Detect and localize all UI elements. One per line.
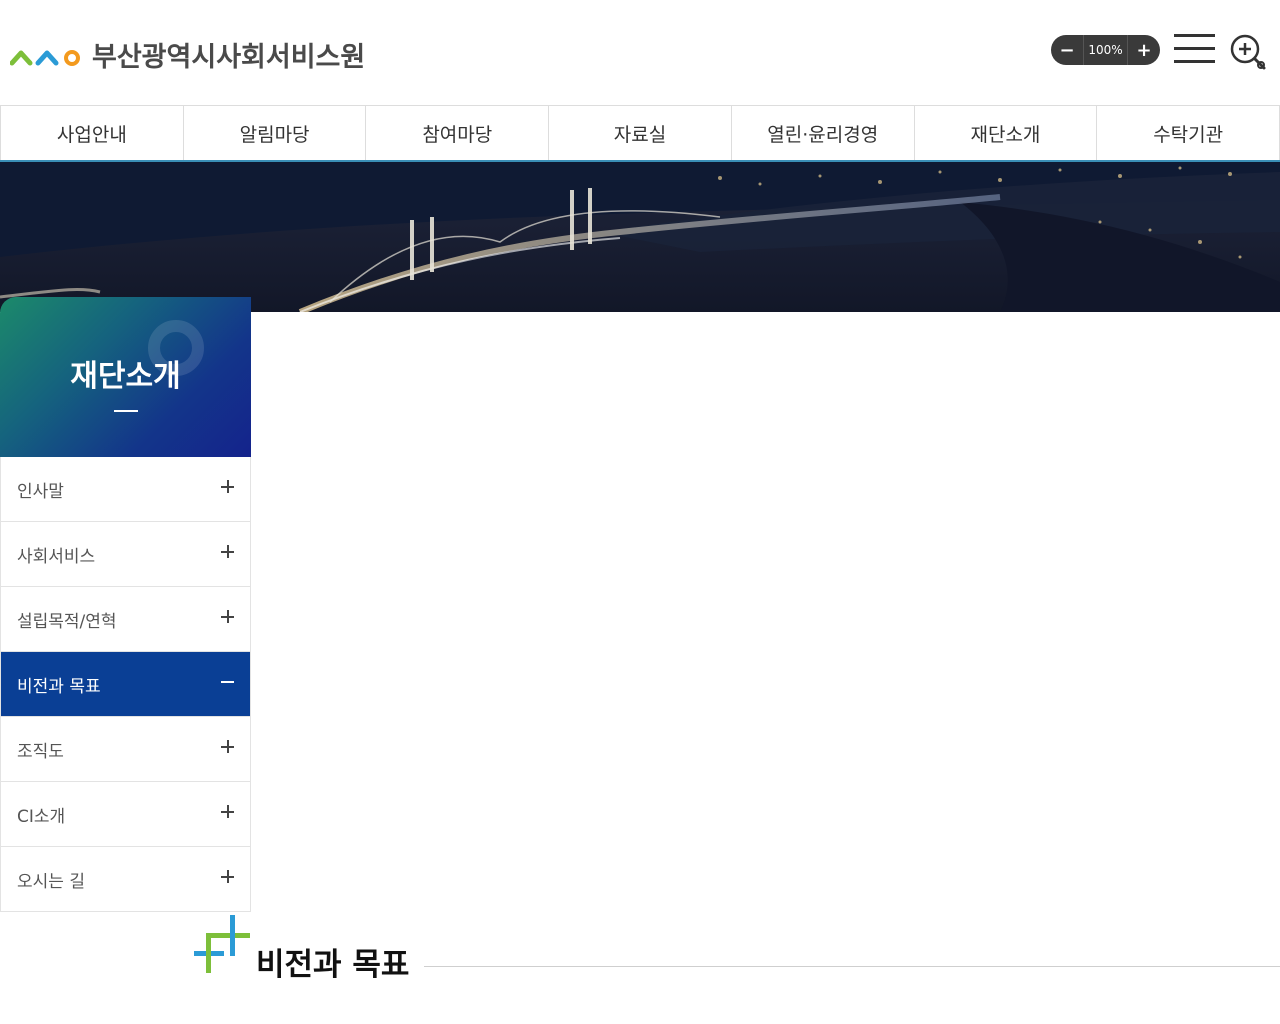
side-item-directions[interactable]: 오시는 길 xyxy=(1,847,250,912)
gnb-item-agencies[interactable]: 수탁기관 xyxy=(1096,106,1280,160)
side-item-label: 인사말 xyxy=(17,481,64,502)
zoom-out-button[interactable]: − xyxy=(1051,35,1083,65)
plus-icon xyxy=(220,804,236,820)
plus-icon xyxy=(220,739,236,755)
page-title-area: 비전과 목표 xyxy=(194,915,1280,983)
zoom-control: − 100% + xyxy=(1051,35,1160,65)
gnb-item-ethics[interactable]: 열린·윤리경영 xyxy=(730,106,914,160)
side-nav-list: 인사말 사회서비스 설립목적/연혁 비전과 목표 조직도 CI소개 오시는 길 xyxy=(0,457,251,912)
gnb-item-library[interactable]: 자료실 xyxy=(548,106,731,160)
gnb-item-notice[interactable]: 알림마당 xyxy=(182,106,366,160)
plus-icon xyxy=(220,869,236,885)
side-item-organization[interactable]: 조직도 xyxy=(1,717,250,782)
hamburger-menu-icon[interactable] xyxy=(1174,32,1216,66)
side-item-social-service[interactable]: 사회서비스 xyxy=(1,522,250,587)
zoom-level: 100% xyxy=(1083,35,1128,65)
site-name: 부산광역시사회서비스원 xyxy=(92,41,366,73)
zoom-in-button[interactable]: + xyxy=(1128,35,1160,65)
search-icon[interactable] xyxy=(1228,32,1268,72)
title-underline xyxy=(114,410,138,412)
side-item-label: 오시는 길 xyxy=(17,871,85,892)
gnb-item-about[interactable]: 재단소개 xyxy=(913,106,1097,160)
minus-icon xyxy=(220,674,236,690)
sub-visual-banner xyxy=(0,162,1280,312)
plus-icon xyxy=(220,479,236,495)
main-navigation: 사업안내 알림마당 참여마당 자료실 열린·윤리경영 재단소개 수탁기관 xyxy=(0,105,1280,162)
plus-icon xyxy=(220,609,236,625)
side-item-vision-goals[interactable]: 비전과 목표 xyxy=(1,652,250,717)
side-item-purpose-history[interactable]: 설립목적/연혁 xyxy=(1,587,250,652)
header: 부산광역시사회서비스원 − 100% + xyxy=(0,0,1280,105)
gnb-item-business[interactable]: 사업안내 xyxy=(0,106,183,160)
bridge-night-image xyxy=(0,162,1280,312)
side-item-ci[interactable]: CI소개 xyxy=(1,782,250,847)
side-nav-title: 재단소개 xyxy=(70,359,181,394)
site-logo[interactable]: 부산광역시사회서비스원 xyxy=(10,34,365,74)
plus-icon xyxy=(220,544,236,560)
side-nav-header: 재단소개 xyxy=(0,297,251,457)
side-item-label: 사회서비스 xyxy=(17,546,96,567)
gnb-item-participation[interactable]: 참여마당 xyxy=(365,106,548,160)
side-item-label: 조직도 xyxy=(17,741,64,762)
page-title: 비전과 목표 xyxy=(256,947,410,983)
logo-mark-icon xyxy=(10,50,80,66)
side-item-greeting[interactable]: 인사말 xyxy=(1,457,250,522)
side-item-label: CI소개 xyxy=(17,806,66,827)
side-item-label: 비전과 목표 xyxy=(17,676,101,697)
side-item-label: 설립목적/연혁 xyxy=(17,611,117,632)
title-cross-icon xyxy=(194,915,250,973)
title-divider xyxy=(424,966,1280,967)
